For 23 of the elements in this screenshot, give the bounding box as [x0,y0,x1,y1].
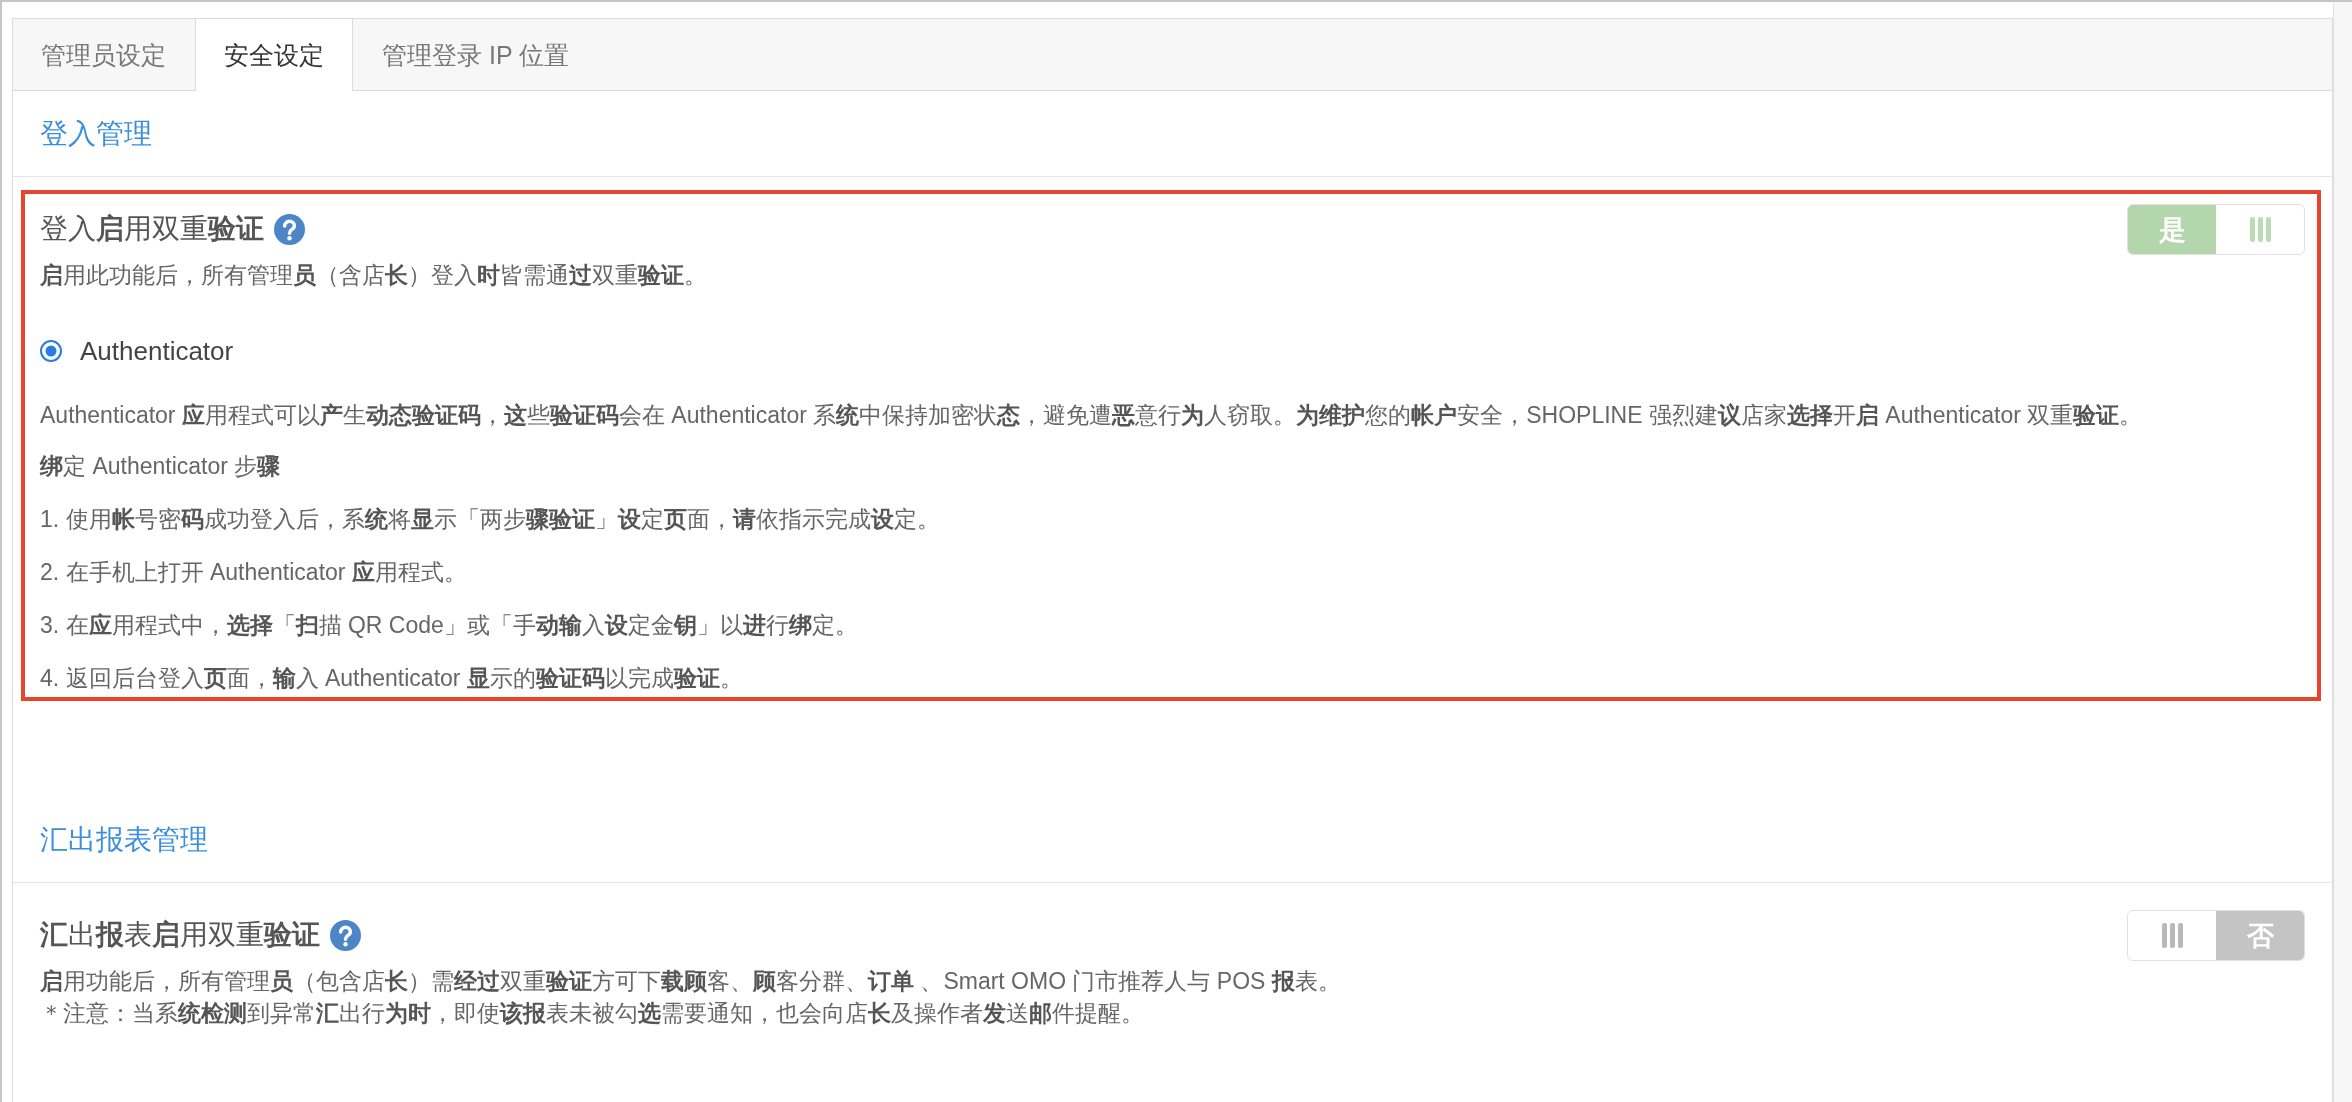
step-item: 1. 使用帐号密码成功登入后，系统将显示「两步骤验证」设定页面，请依指示完成设定。 [40,505,941,534]
scrollbar-track[interactable] [2333,2,2352,1102]
option-label[interactable]: Authenticator [80,333,234,369]
help-icon[interactable] [274,213,305,245]
step-item: 2. 在手机上打开 Authenticator 应用程式。 [40,558,468,587]
setting-description: ＊注意：当系统检测到异常汇出行为时，即使该报表未被勾选需要通知，也会向店长及操作者发送邮件提醒。 [40,999,1145,1028]
tab[interactable]: 管理登录 IP 位置 [353,19,599,91]
setting-description: 启用此功能后，所有管理员（含店长）登入时皆需通过双重验证。 [40,261,707,290]
section-heading: 登入管理 [40,116,152,151]
tab[interactable]: 管理员设定 [13,19,195,91]
steps-heading: 绑定 Authenticator 步骤 [40,452,282,481]
step-item: 3. 在应用程式中，选择「扫描 QR Code」或「手动输入设定金钥」以进行绑定。 [40,611,859,640]
help-icon[interactable] [330,919,361,951]
radio-button[interactable] [40,340,62,362]
section-heading: 汇出报表管理 [40,822,208,857]
tab[interactable]: 安全设定 [195,19,353,91]
grip-icon [2249,217,2271,242]
paragraph: Authenticator 应用程式可以产生动态验证码，这些验证码会在 Authenticator 系统中保持加密状态，避免遭恶意行为人窃取。为维护您的帐户安全，SHOPLINE 强烈建议店家选择开启 Authenticator 双重验证。 [40,401,2144,430]
setting-title: 汇出报表启用双重验证 [40,918,320,952]
grip-icon [2161,923,2183,948]
setting-title: 登入启用双重验证 [40,212,264,246]
step-item: 4. 返回后台登入页面，输入 Authenticator 显示的验证码以完成验证。 [40,664,744,693]
setting-description: 启用功能后，所有管理员（包含店长）需经过双重验证方可下载顾客、顾客分群、订单 、Smart OMO 门市推荐人与 POS 报表。 [40,967,1341,996]
